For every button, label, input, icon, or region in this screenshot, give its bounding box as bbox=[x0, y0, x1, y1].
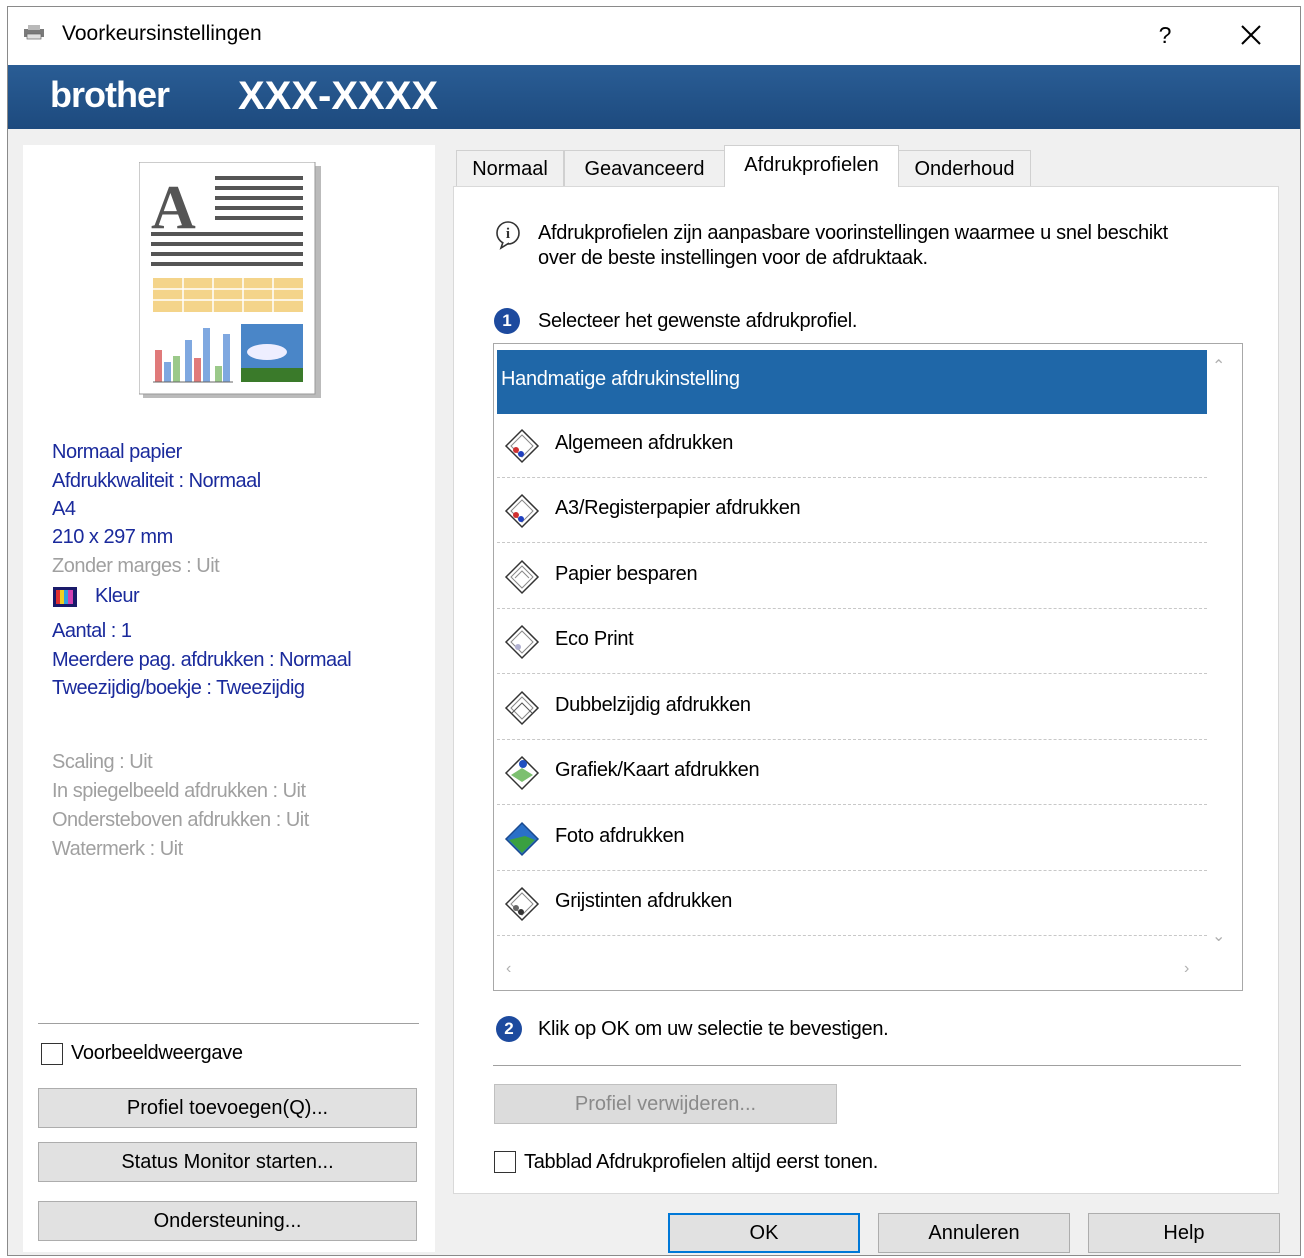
list-item-grijstinten[interactable]: Grijstinten afdrukken bbox=[497, 872, 1207, 936]
summary-size: 210 x 297 mm bbox=[52, 526, 173, 548]
brand-banner bbox=[8, 65, 1300, 129]
tab-normaal[interactable]: Normaal bbox=[456, 150, 564, 186]
brother-logo: brother bbox=[50, 74, 170, 115]
summary-paper: A4 bbox=[52, 498, 76, 520]
scroll-left-arrow[interactable]: ‹ bbox=[506, 960, 511, 978]
preview-checkbox-label: Voorbeeldweergave bbox=[71, 1042, 243, 1064]
list-item-eco-print[interactable]: Eco Print bbox=[497, 610, 1207, 674]
list-item-label: Foto afdrukken bbox=[555, 825, 685, 847]
summary-quality: Afdrukkwaliteit : Normaal bbox=[52, 470, 261, 492]
model-name: XXX-XXXX bbox=[238, 74, 439, 118]
a3-print-icon bbox=[504, 493, 540, 529]
svg-text:A: A bbox=[151, 174, 196, 242]
summary-copies: Aantal : 1 bbox=[52, 620, 132, 642]
summary-multipage: Meerdere pag. afdrukken : Normaal bbox=[52, 649, 352, 671]
step-one-badge: 1 bbox=[494, 308, 520, 334]
svg-text:i: i bbox=[506, 226, 510, 242]
printer-icon bbox=[24, 25, 44, 40]
support-button[interactable]: Ondersteuning... bbox=[38, 1201, 417, 1241]
list-item-foto[interactable]: Foto afdrukken bbox=[497, 807, 1207, 871]
preview-checkbox[interactable] bbox=[41, 1043, 63, 1065]
always-show-label: Tabblad Afdrukprofielen altijd eerst ton… bbox=[524, 1151, 879, 1173]
summary-duplex: Tweezijdig/boekje : Tweezijdig bbox=[52, 677, 305, 699]
tab-afdrukprofielen[interactable]: Afdrukprofielen bbox=[724, 145, 899, 187]
cancel-button[interactable]: Annuleren bbox=[878, 1213, 1070, 1253]
help-title-button[interactable]: ? bbox=[1150, 18, 1180, 52]
paper-save-icon bbox=[504, 559, 540, 595]
tab-geavanceerd[interactable]: Geavanceerd bbox=[564, 150, 725, 186]
always-show-checkbox[interactable] bbox=[494, 1151, 516, 1173]
help-button[interactable]: Help bbox=[1088, 1213, 1280, 1253]
delete-profile-button[interactable]: Profiel verwijderen... bbox=[494, 1084, 837, 1124]
window-title: Voorkeursinstellingen bbox=[62, 22, 262, 45]
duplex-print-icon bbox=[504, 690, 540, 726]
summary-scaling: Scaling : Uit bbox=[52, 751, 153, 773]
photo-print-icon bbox=[504, 821, 540, 857]
info-text-line2: over de beste instellingen voor de afdru… bbox=[538, 247, 928, 269]
left-divider bbox=[38, 1023, 419, 1024]
eco-print-icon bbox=[504, 624, 540, 660]
summary-reverse: Ondersteboven afdrukken : Uit bbox=[52, 809, 309, 831]
summary-borderless: Zonder marges : Uit bbox=[52, 555, 220, 577]
list-item-papier-besparen[interactable]: Papier besparen bbox=[497, 545, 1207, 609]
general-print-icon bbox=[504, 428, 540, 464]
step-one-text: Selecteer het gewenste afdrukprofiel. bbox=[538, 310, 858, 332]
status-monitor-button[interactable]: Status Monitor starten... bbox=[38, 1142, 417, 1182]
summary-mirror: In spiegelbeeld afdrukken : Uit bbox=[52, 780, 306, 802]
add-profile-button[interactable]: Profiel toevoegen(Q)... bbox=[38, 1088, 417, 1128]
summary-color: Kleur bbox=[95, 585, 140, 607]
grayscale-print-icon bbox=[504, 886, 540, 922]
list-item-label: Papier besparen bbox=[555, 563, 698, 585]
step-two-text: Klik op OK om uw selectie te bevestigen. bbox=[538, 1018, 889, 1040]
info-text-line1: Afdrukprofielen zijn aanpasbare voorinst… bbox=[538, 222, 1168, 244]
close-icon[interactable] bbox=[1234, 18, 1268, 52]
info-icon: i bbox=[496, 221, 520, 250]
scroll-down-arrow[interactable]: ⌄ bbox=[1212, 926, 1225, 946]
list-item-label: Grafiek/Kaart afdrukken bbox=[555, 759, 760, 781]
color-icon bbox=[53, 587, 77, 607]
profile-list[interactable]: Handmatige afdrukinstelling Algemeen afd… bbox=[493, 343, 1243, 991]
page-preview-image: A bbox=[139, 162, 321, 398]
list-item-algemeen[interactable]: Algemeen afdrukken bbox=[497, 414, 1207, 478]
list-item-label: Handmatige afdrukinstelling bbox=[501, 368, 740, 390]
summary-watermark: Watermerk : Uit bbox=[52, 838, 183, 860]
list-item-label: Eco Print bbox=[555, 628, 634, 650]
list-item-label: Grijstinten afdrukken bbox=[555, 890, 733, 912]
list-item-handmatige[interactable]: Handmatige afdrukinstelling bbox=[497, 350, 1207, 414]
list-item-label: Dubbelzijdig afdrukken bbox=[555, 694, 751, 716]
list-item-grafiek[interactable]: Grafiek/Kaart afdrukken bbox=[497, 741, 1207, 805]
list-item-dubbelzijdig[interactable]: Dubbelzijdig afdrukken bbox=[497, 676, 1207, 740]
tab-onderhoud[interactable]: Onderhoud bbox=[898, 150, 1031, 186]
step-two-badge: 2 bbox=[496, 1016, 522, 1042]
summary-media: Normaal papier bbox=[52, 441, 182, 463]
chart-map-icon bbox=[504, 755, 540, 791]
scroll-right-arrow[interactable]: › bbox=[1184, 960, 1189, 978]
list-item-a3[interactable]: A3/Registerpapier afdrukken bbox=[497, 479, 1207, 543]
ok-button[interactable]: OK bbox=[668, 1213, 860, 1253]
scroll-up-arrow[interactable]: ⌃ bbox=[1212, 356, 1225, 376]
list-item-label: A3/Registerpapier afdrukken bbox=[555, 497, 801, 519]
list-item-label: Algemeen afdrukken bbox=[555, 432, 734, 454]
right-divider bbox=[493, 1065, 1241, 1066]
